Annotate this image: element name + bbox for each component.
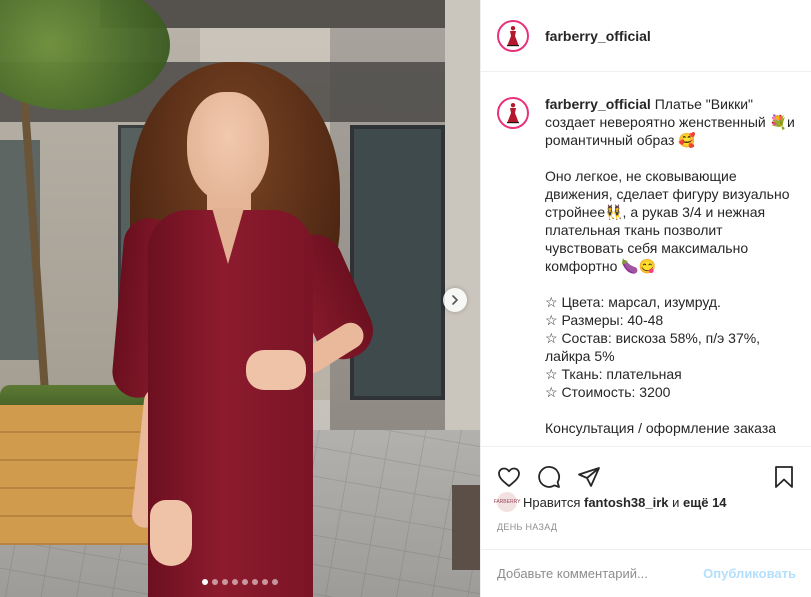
building-window <box>350 125 445 400</box>
post-timestamp[interactable]: ДЕНЬ НАЗАД <box>497 522 557 532</box>
post-header: farberry_official <box>481 0 811 72</box>
dress-logo-icon <box>507 25 519 46</box>
dress-neckline <box>212 208 244 264</box>
profile-avatar[interactable] <box>497 19 529 52</box>
post-details-panel: farberry_official farberry_official Плат… <box>480 0 811 597</box>
model-hand-left <box>150 500 192 566</box>
post-photo[interactable] <box>0 0 480 597</box>
carousel-indicator <box>0 579 480 585</box>
header-username[interactable]: farberry_official <box>545 28 651 44</box>
likes-prefix: Нравится <box>523 494 584 510</box>
save-button[interactable] <box>772 465 796 489</box>
likes-summary: FARBERRY Нравится fantosh38_irk и ещё 14 <box>494 491 727 513</box>
caption-avatar[interactable] <box>497 97 529 129</box>
model-face <box>187 92 269 202</box>
carousel-next-button[interactable] <box>443 288 467 312</box>
comment-input[interactable] <box>497 566 704 581</box>
liker-avatar[interactable]: FARBERRY <box>494 492 520 512</box>
dress-logo-icon <box>507 103 519 124</box>
publish-button[interactable]: Опубликовать <box>703 566 796 581</box>
comment-button[interactable] <box>537 465 561 489</box>
caption-body: Платье "Викки" создает невероятно женств… <box>545 96 795 436</box>
carousel-dot <box>272 579 278 585</box>
carousel-dot <box>232 579 238 585</box>
share-icon <box>578 466 600 487</box>
caption-scroll-area[interactable]: farberry_official Платье "Викки" создает… <box>481 73 811 445</box>
comment-box: Опубликовать <box>481 549 811 597</box>
chevron-right-icon <box>452 295 458 305</box>
caption-username[interactable]: farberry_official <box>545 96 651 112</box>
post-caption: farberry_official Платье "Викки" создает… <box>545 95 795 445</box>
carousel-dot <box>252 579 258 585</box>
carousel-dot <box>242 579 248 585</box>
liker-username[interactable]: fantosh38_irk <box>584 495 669 510</box>
carousel-dot <box>202 579 208 585</box>
share-button[interactable] <box>577 465 601 489</box>
carousel-dot <box>222 579 228 585</box>
heart-icon <box>498 467 520 487</box>
likes-others-link[interactable]: ещё 14 <box>683 495 727 510</box>
carousel-dot <box>262 579 268 585</box>
bookmark-icon <box>775 465 793 488</box>
action-bar <box>481 446 811 494</box>
model-hand-on-hip <box>246 350 306 390</box>
building-pillar <box>445 0 480 440</box>
comment-icon <box>538 465 560 488</box>
carousel-dot <box>212 579 218 585</box>
like-button[interactable] <box>497 465 521 489</box>
bench <box>452 485 480 570</box>
likes-middle: и <box>668 494 684 510</box>
wooden-planter <box>0 405 150 545</box>
